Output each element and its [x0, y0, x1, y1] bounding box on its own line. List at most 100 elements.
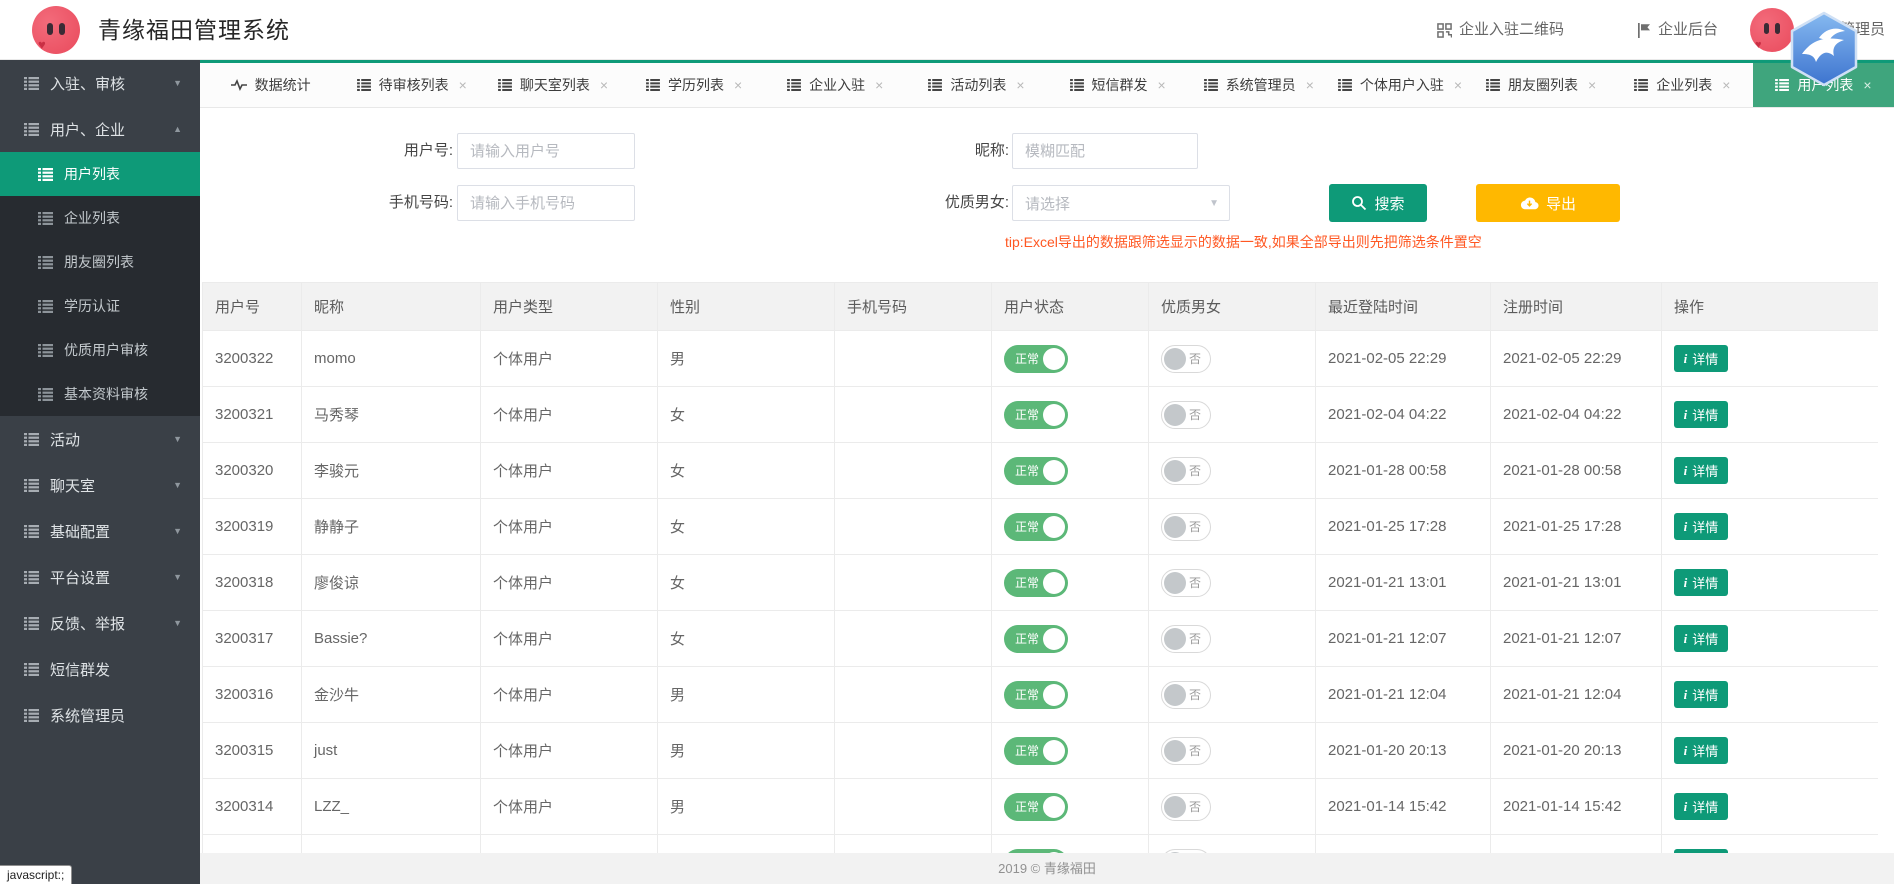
premium-toggle[interactable]: 否	[1161, 513, 1211, 541]
user-status-toggle[interactable]: 正常	[1004, 737, 1068, 765]
close-icon[interactable]: ×	[1863, 77, 1871, 93]
premium-toggle[interactable]: 否	[1161, 681, 1211, 709]
cell-user-status: 正常	[992, 387, 1149, 443]
sidebar-item[interactable]: 反馈、举报 ▼	[0, 600, 200, 646]
sidebar-item[interactable]: 聊天室 ▼	[0, 462, 200, 508]
tab-label: 聊天室列表	[520, 75, 590, 95]
table-row: 3200318 廖俊谅 个体用户 女 正常 否 2021-01-21 13:01…	[203, 555, 1879, 611]
tab[interactable]: 企业列表 ×	[1612, 63, 1753, 107]
premium-toggle[interactable]: 否	[1161, 625, 1211, 653]
close-icon[interactable]: ×	[1454, 77, 1462, 93]
detail-button[interactable]: i 详情	[1674, 625, 1728, 652]
cell-user-type: 个体用户	[481, 499, 658, 555]
sidebar-item[interactable]: 基础配置 ▼	[0, 508, 200, 554]
premium-select[interactable]: 请选择 ▼	[1012, 185, 1230, 221]
premium-toggle[interactable]: 否	[1161, 569, 1211, 597]
tab[interactable]: 用户列表 ×	[1753, 63, 1894, 107]
detail-button[interactable]: i 详情	[1674, 569, 1728, 596]
detail-button[interactable]: i 详情	[1674, 681, 1728, 708]
close-icon[interactable]: ×	[734, 77, 742, 93]
sidebar-item[interactable]: 优质用户审核	[0, 328, 200, 372]
phone-input[interactable]	[457, 185, 635, 221]
close-icon[interactable]: ×	[1722, 77, 1730, 93]
sidebar-item[interactable]: 企业列表	[0, 196, 200, 240]
tab-label: 短信群发	[1092, 75, 1148, 95]
toggle-off-label: 否	[1189, 402, 1201, 428]
sidebar-item[interactable]: 基本资料审核	[0, 372, 200, 416]
cell-last-login: 2021-01-28 00:58	[1316, 443, 1491, 499]
user-status-toggle[interactable]: 正常	[1004, 513, 1068, 541]
sidebar-item[interactable]: 活动 ▼	[0, 416, 200, 462]
sidebar-item[interactable]: 平台设置 ▼	[0, 554, 200, 600]
search-button[interactable]: 搜索	[1329, 184, 1427, 222]
tab[interactable]: 活动列表 ×	[906, 63, 1047, 107]
user-status-toggle[interactable]: 正常	[1004, 569, 1068, 597]
detail-button[interactable]: i 详情	[1674, 737, 1728, 764]
sidebar-item-label: 优质用户审核	[64, 340, 148, 360]
list-icon	[38, 344, 53, 357]
tab[interactable]: 朋友圈列表 ×	[1471, 63, 1612, 107]
premium-toggle[interactable]: 否	[1161, 737, 1211, 765]
user-status-toggle[interactable]: 正常	[1004, 401, 1068, 429]
tab[interactable]: 短信群发 ×	[1047, 63, 1188, 107]
user-status-toggle[interactable]: 正常	[1004, 457, 1068, 485]
table-row: 3200321 马秀琴 个体用户 女 正常 否 2021-02-04 04:22…	[203, 387, 1879, 443]
premium-toggle[interactable]: 否	[1161, 401, 1211, 429]
tab-label: 企业入驻	[809, 75, 865, 95]
tab[interactable]: 待审核列表 ×	[341, 63, 482, 107]
detail-button[interactable]: i 详情	[1674, 401, 1728, 428]
cell-nickname: just	[302, 723, 481, 779]
tab[interactable]: 企业入驻 ×	[765, 63, 906, 107]
user-status-toggle[interactable]: 正常	[1004, 345, 1068, 373]
sidebar-item[interactable]: 系统管理员	[0, 692, 200, 738]
admin-avatar[interactable]: ♥	[1750, 8, 1794, 52]
close-icon[interactable]: ×	[1588, 77, 1596, 93]
user-status-toggle[interactable]: 正常	[1004, 625, 1068, 653]
user-status-toggle[interactable]: 正常	[1004, 793, 1068, 821]
table-row: 3200320 李骏元 个体用户 女 正常 否 2021-01-28 00:58…	[203, 443, 1879, 499]
sidebar-item-label: 用户、企业	[50, 119, 125, 140]
tab-label: 个体用户入驻	[1360, 75, 1444, 95]
tab[interactable]: 学历列表 ×	[624, 63, 765, 107]
premium-toggle[interactable]: 否	[1161, 345, 1211, 373]
sidebar-item[interactable]: 入驻、审核 ▼	[0, 60, 200, 106]
enterprise-qr-link[interactable]: 企业入驻二维码	[1437, 0, 1564, 60]
export-button[interactable]: 导出	[1476, 184, 1620, 222]
tab[interactable]: 系统管理员 ×	[1188, 63, 1329, 107]
tab[interactable]: 个体用户入驻 ×	[1329, 63, 1470, 107]
toggle-off-label: 否	[1189, 738, 1201, 764]
user-status-toggle[interactable]: 正常	[1004, 681, 1068, 709]
sidebar-item[interactable]: 学历认证	[0, 284, 200, 328]
cell-registered: 2021-01-14 15:42	[1491, 779, 1662, 835]
column-header: 操作	[1662, 283, 1879, 331]
tab[interactable]: 数据统计	[200, 63, 341, 107]
list-icon	[498, 79, 512, 91]
detail-button[interactable]: i 详情	[1674, 345, 1728, 372]
sidebar-item[interactable]: 短信群发	[0, 646, 200, 692]
close-icon[interactable]: ×	[459, 77, 467, 93]
close-icon[interactable]: ×	[600, 77, 608, 93]
premium-toggle[interactable]: 否	[1161, 457, 1211, 485]
detail-button[interactable]: i 详情	[1674, 457, 1728, 484]
chevron-down-icon: ▼	[1209, 198, 1219, 209]
sidebar-item[interactable]: 用户、企业 ▲	[0, 106, 200, 152]
close-icon[interactable]: ×	[1016, 77, 1024, 93]
sidebar-item[interactable]: 用户列表	[0, 152, 200, 196]
sidebar-item-label: 反馈、举报	[50, 613, 125, 634]
sidebar-item[interactable]: 朋友圈列表	[0, 240, 200, 284]
cell-actions: i 详情	[1662, 667, 1879, 723]
phone-label: 手机号码:	[300, 185, 453, 221]
detail-button[interactable]: i 详情	[1674, 513, 1728, 540]
close-icon[interactable]: ×	[875, 77, 883, 93]
detail-button[interactable]: i 详情	[1674, 793, 1728, 820]
enterprise-backend-link[interactable]: 企业后台	[1637, 0, 1718, 60]
close-icon[interactable]: ×	[1306, 77, 1314, 93]
nickname-input[interactable]	[1012, 133, 1198, 169]
premium-toggle[interactable]: 否	[1161, 793, 1211, 821]
admin-name-label[interactable]: 管理员	[1840, 0, 1885, 60]
user-id-input[interactable]	[457, 133, 635, 169]
close-icon[interactable]: ×	[1158, 77, 1166, 93]
detail-button-label: 详情	[1692, 741, 1718, 760]
tab[interactable]: 聊天室列表 ×	[482, 63, 623, 107]
toggle-on-label: 正常	[1015, 737, 1039, 765]
